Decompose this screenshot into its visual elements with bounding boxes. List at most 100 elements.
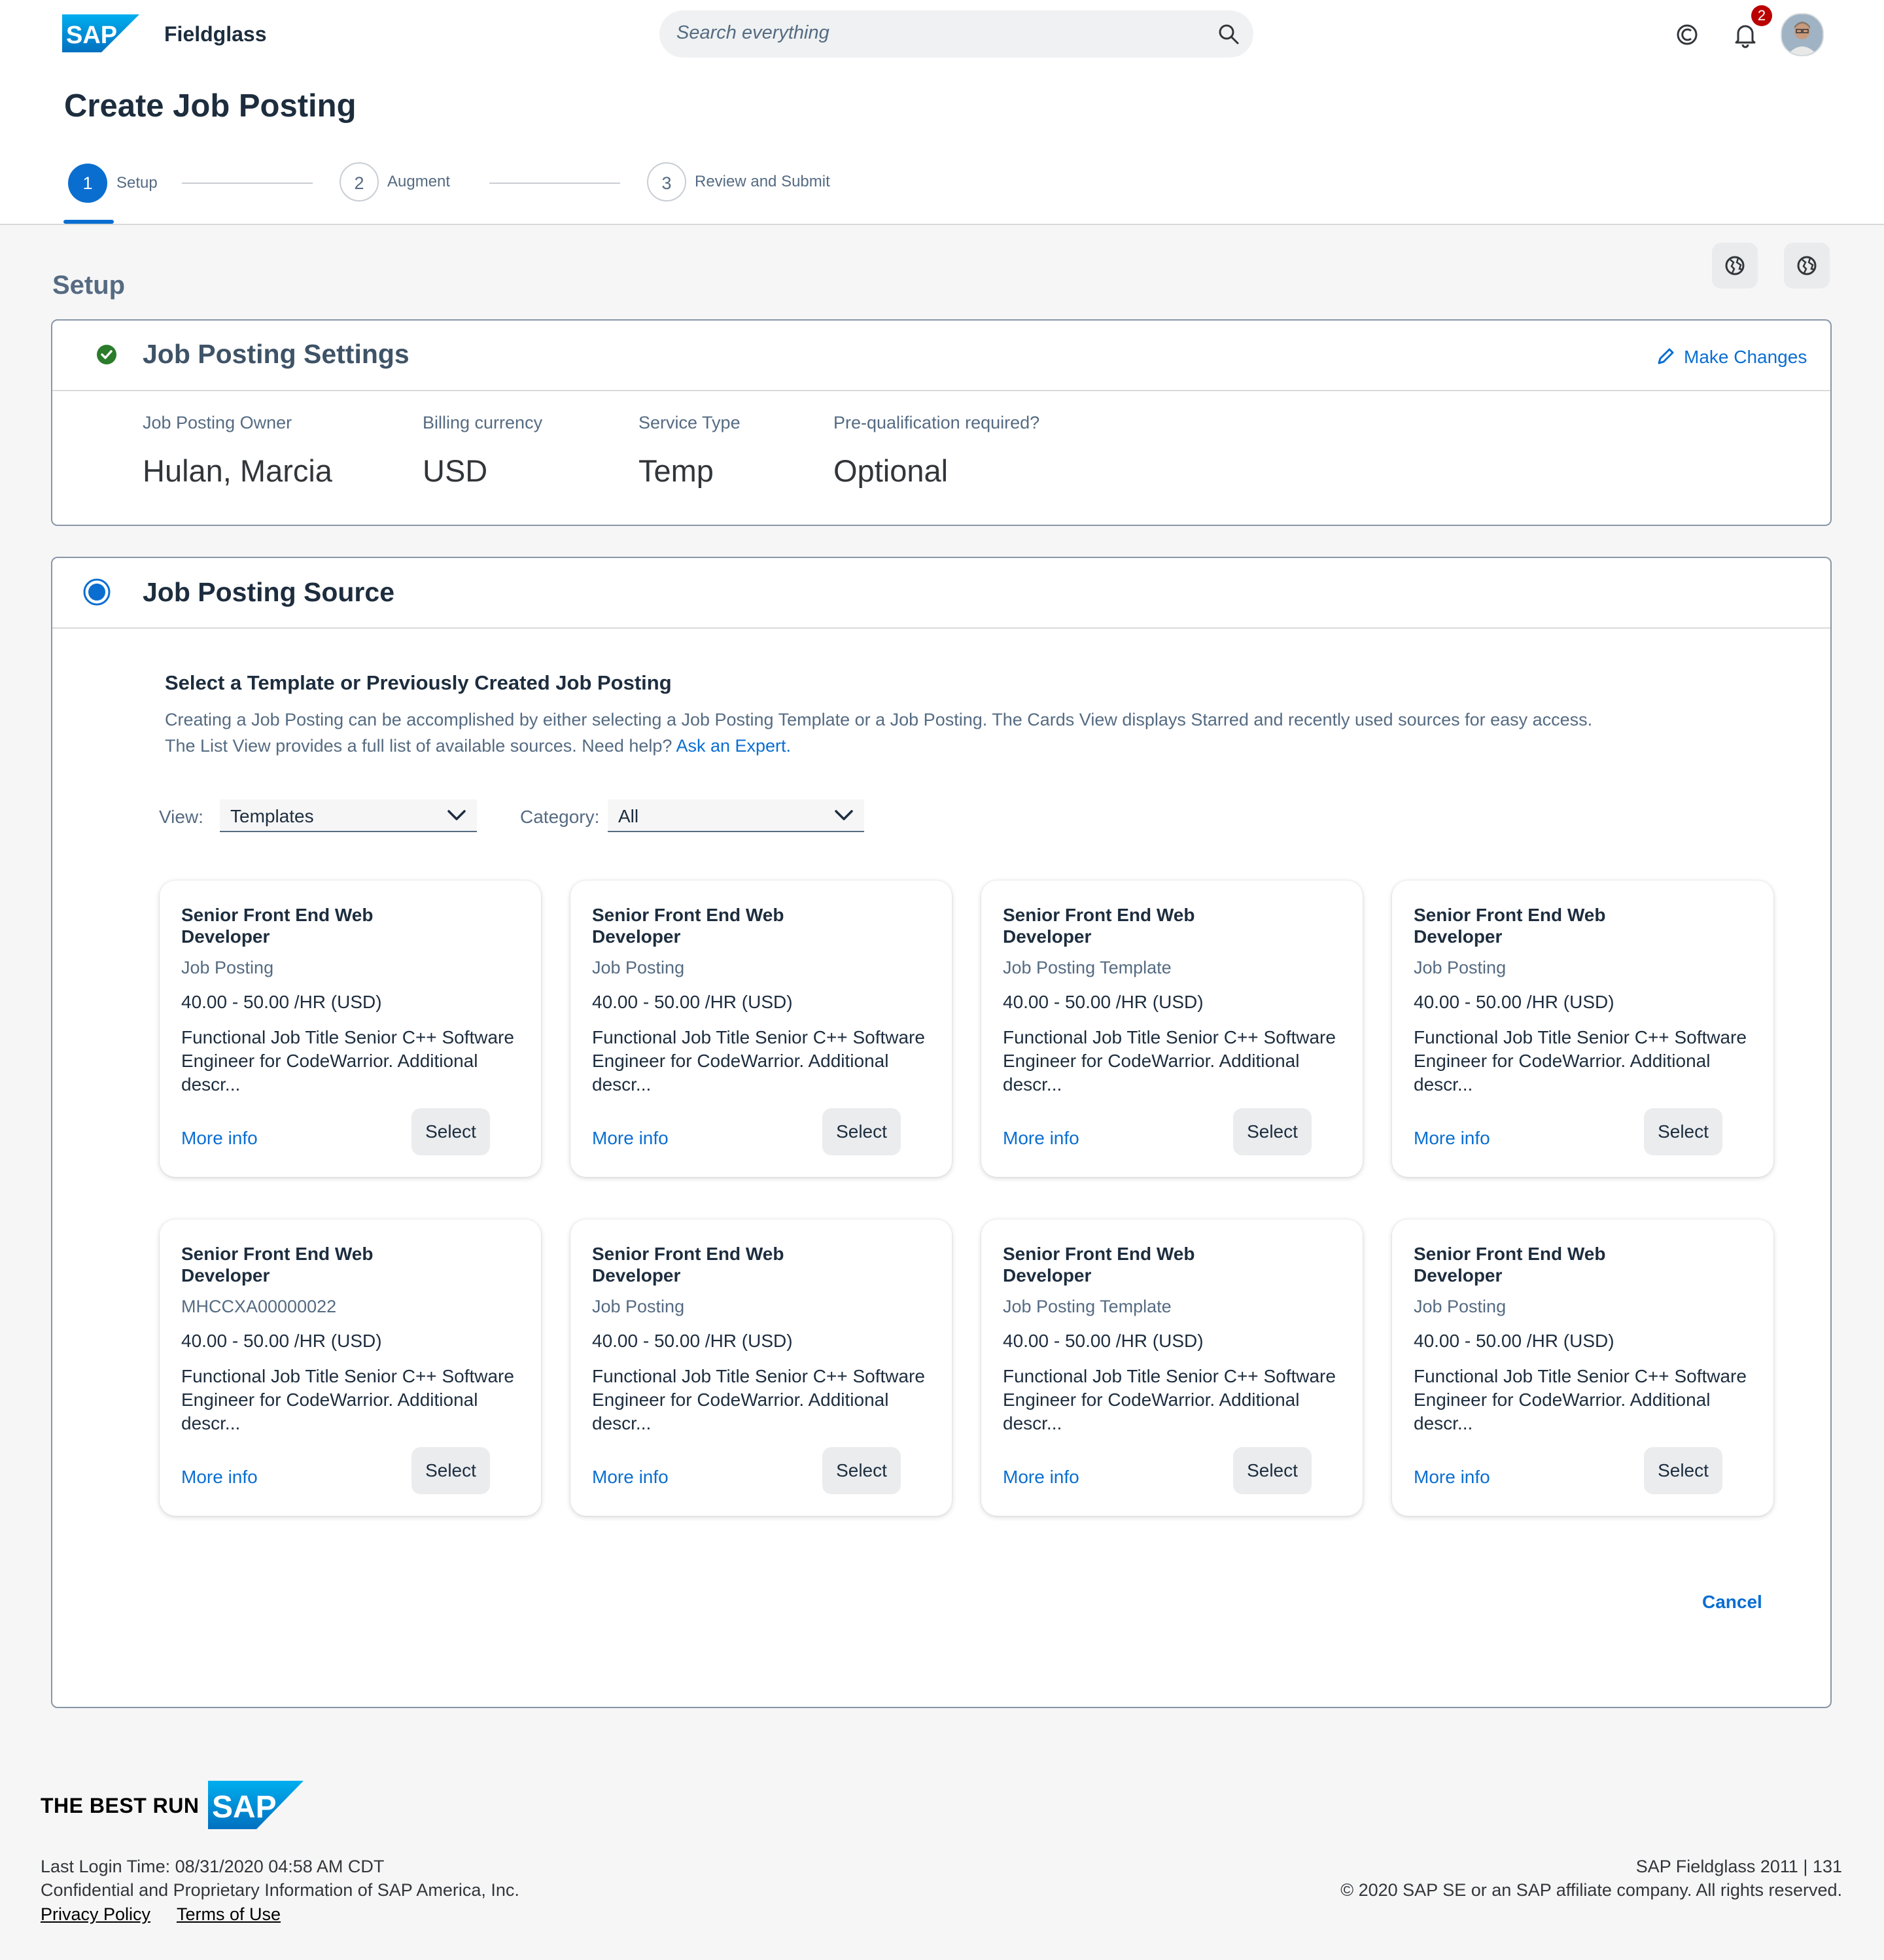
card-rate: 40.00 - 50.00 /HR (USD) — [181, 1331, 382, 1351]
globe-icon — [1725, 256, 1745, 275]
notification-badge: 2 — [1751, 5, 1772, 26]
owner-value: Hulan, Marcia — [143, 453, 332, 488]
source-card[interactable]: Senior Front End Web Developer Job Posti… — [1392, 881, 1773, 1177]
card-title: Senior Front End Web Developer — [592, 905, 784, 947]
card-description: Functional Job Title Senior C++ Software… — [1414, 1027, 1747, 1094]
source-card[interactable]: Senior Front End Web Developer Job Posti… — [981, 1219, 1363, 1516]
check-circle-icon — [97, 345, 116, 364]
more-info-link[interactable]: More info — [1003, 1467, 1079, 1488]
description-text: Creating a Job Posting can be accomplish… — [165, 710, 1593, 756]
step-2-label[interactable]: Augment — [387, 173, 450, 191]
select-button[interactable]: Select — [822, 1108, 901, 1155]
card-subtitle: Job Posting — [1414, 958, 1507, 977]
more-info-link[interactable]: More info — [592, 1467, 669, 1488]
card-rate: 40.00 - 50.00 /HR (USD) — [1414, 1331, 1614, 1351]
view-label: View: — [159, 807, 203, 827]
prequal-value: Optional — [833, 453, 949, 488]
category-select[interactable]: All — [608, 799, 864, 832]
card-title: Senior Front End Web Developer — [1414, 905, 1606, 947]
panel-title: Job Posting Settings — [143, 339, 410, 369]
select-button[interactable]: Select — [1233, 1447, 1312, 1494]
chevron-down-icon — [447, 810, 466, 820]
category-label: Category: — [520, 807, 600, 827]
more-info-link[interactable]: More info — [181, 1467, 258, 1488]
card-subtitle: Job Posting Template — [1003, 1297, 1172, 1316]
card-description: Functional Job Title Senior C++ Software… — [1414, 1366, 1747, 1433]
more-info-link[interactable]: More info — [1003, 1128, 1079, 1149]
more-info-link[interactable]: More info — [181, 1128, 258, 1149]
active-step-indicator — [63, 220, 114, 224]
copyright: © 2020 SAP SE or an SAP affiliate compan… — [1340, 1880, 1842, 1900]
search-placeholder[interactable]: Search everything — [676, 22, 829, 44]
panel-divider — [52, 390, 1830, 391]
card-subtitle: MHCCXA00000022 — [181, 1297, 337, 1316]
search-icon[interactable] — [1217, 22, 1240, 46]
select-button[interactable]: Select — [1644, 1447, 1722, 1494]
sap-logo[interactable]: SAP — [62, 14, 139, 52]
card-subtitle: Job Posting — [1414, 1297, 1507, 1316]
card-description: Functional Job Title Senior C++ Software… — [1003, 1027, 1336, 1094]
select-button[interactable]: Select — [822, 1447, 901, 1494]
svg-text:SAP: SAP — [212, 1790, 277, 1825]
panel-title: Job Posting Source — [143, 577, 394, 607]
step-3-circle[interactable]: 3 — [647, 162, 686, 201]
source-card[interactable]: Senior Front End Web Developer Job Posti… — [570, 1219, 952, 1516]
ask-expert-link[interactable]: Ask an Expert. — [676, 736, 791, 756]
card-description: Functional Job Title Senior C++ Software… — [592, 1366, 925, 1433]
privacy-policy-link[interactable]: Privacy Policy — [41, 1904, 150, 1925]
currency-label: Billing currency — [423, 413, 543, 432]
step-1-circle[interactable]: 1 — [68, 164, 107, 203]
radio-selected-icon[interactable] — [82, 578, 111, 606]
card-title: Senior Front End Web Developer — [592, 1244, 784, 1286]
chevron-down-icon — [835, 810, 853, 820]
select-button[interactable]: Select — [1233, 1108, 1312, 1155]
card-title: Senior Front End Web Developer — [1003, 905, 1195, 947]
step-3-label[interactable]: Review and Submit — [695, 173, 830, 191]
last-login: Last Login Time: 08/31/2020 04:58 AM CDT — [41, 1857, 385, 1876]
card-description: Functional Job Title Senior C++ Software… — [592, 1027, 925, 1094]
card-rate: 40.00 - 50.00 /HR (USD) — [181, 992, 382, 1012]
cancel-button[interactable]: Cancel — [1702, 1592, 1762, 1613]
footer-tagline: THE BEST RUN — [41, 1794, 200, 1817]
source-card[interactable]: Senior Front End Web Developer MHCCXA000… — [160, 1219, 541, 1516]
service-type-label: Service Type — [638, 413, 741, 432]
card-description: Functional Job Title Senior C++ Software… — [1003, 1366, 1336, 1433]
avatar[interactable] — [1781, 13, 1824, 56]
service-type-value: Temp — [638, 453, 714, 488]
view-select-value: Templates — [230, 806, 314, 826]
more-info-link[interactable]: More info — [592, 1128, 669, 1149]
copilot-icon[interactable] — [1674, 22, 1700, 48]
select-button[interactable]: Select — [411, 1108, 490, 1155]
globe-button[interactable] — [1712, 243, 1758, 289]
more-info-link[interactable]: More info — [1414, 1467, 1490, 1488]
source-card[interactable]: Senior Front End Web Developer Job Posti… — [981, 881, 1363, 1177]
confidential-notice: Confidential and Proprietary Information… — [41, 1880, 519, 1900]
more-info-link[interactable]: More info — [1414, 1128, 1490, 1149]
select-button[interactable]: Select — [411, 1447, 490, 1494]
card-rate: 40.00 - 50.00 /HR (USD) — [1414, 992, 1614, 1012]
prequal-label: Pre-qualification required? — [833, 413, 1040, 432]
svg-text:SAP: SAP — [66, 22, 117, 49]
card-title: Senior Front End Web Developer — [181, 1244, 374, 1286]
version-info: SAP Fieldglass 2011 | 131 — [1635, 1857, 1842, 1876]
globe-button[interactable] — [1784, 243, 1830, 289]
step-1-label[interactable]: Setup — [116, 174, 158, 192]
view-select[interactable]: Templates — [220, 799, 477, 832]
terms-of-use-link[interactable]: Terms of Use — [177, 1904, 281, 1925]
owner-label: Job Posting Owner — [143, 413, 292, 432]
bell-icon[interactable] — [1732, 21, 1759, 48]
source-card[interactable]: Senior Front End Web Developer Job Posti… — [1392, 1219, 1773, 1516]
section-title: Setup — [52, 271, 126, 300]
card-title: Senior Front End Web Developer — [181, 905, 374, 947]
make-changes-link[interactable]: Make Changes — [1684, 347, 1807, 368]
source-card[interactable]: Senior Front End Web Developer Job Posti… — [160, 881, 541, 1177]
source-heading: Select a Template or Previously Created … — [165, 671, 672, 694]
edit-icon[interactable] — [1655, 346, 1676, 367]
page-title: Create Job Posting — [64, 88, 357, 124]
card-subtitle: Job Posting — [592, 958, 685, 977]
step-connector — [182, 183, 313, 184]
step-2-circle[interactable]: 2 — [340, 162, 379, 201]
source-card[interactable]: Senior Front End Web Developer Job Posti… — [570, 881, 952, 1177]
card-description: Functional Job Title Senior C++ Software… — [181, 1366, 514, 1433]
select-button[interactable]: Select — [1644, 1108, 1722, 1155]
